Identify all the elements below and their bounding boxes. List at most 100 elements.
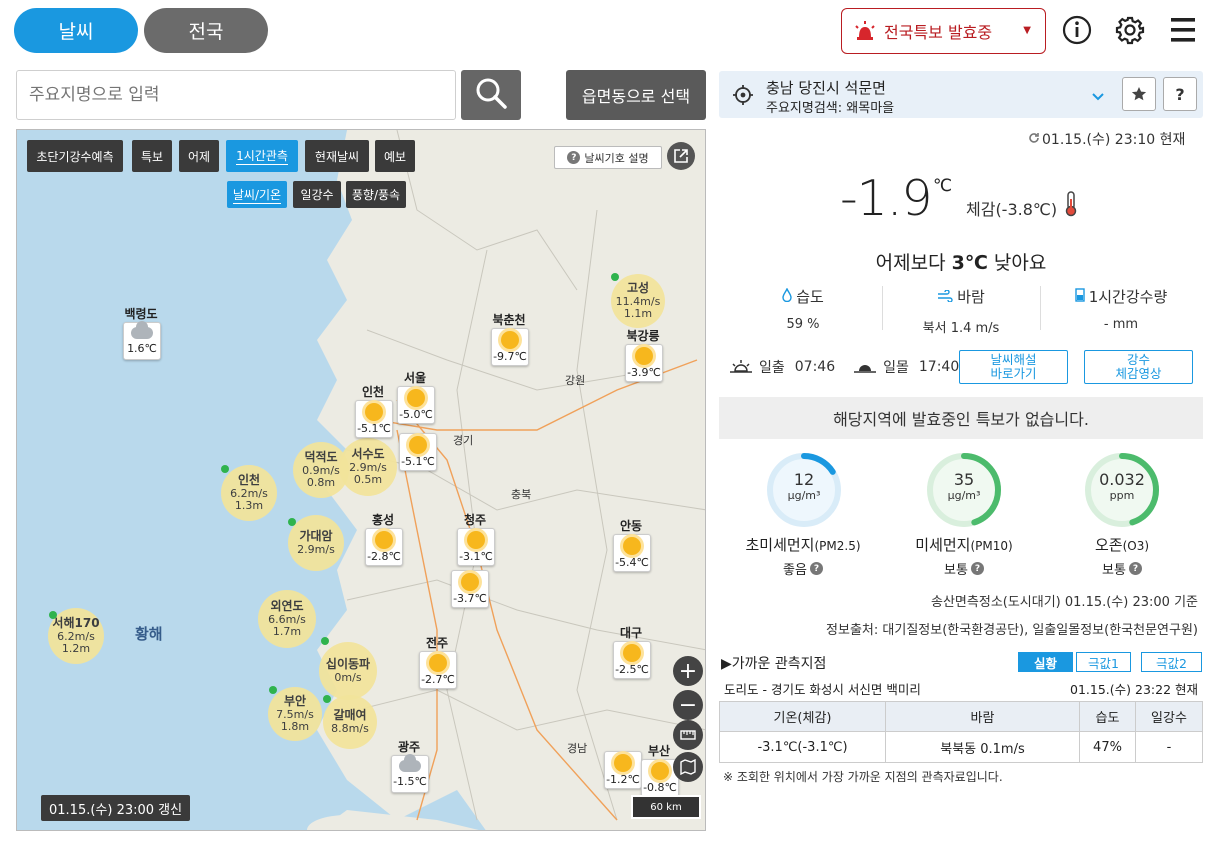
marine-buoy-bubble[interactable]: 인천 6.2m/s 1.3m bbox=[221, 465, 277, 521]
gauge-name: 오존 bbox=[1094, 536, 1123, 554]
region-label: 충북 bbox=[511, 488, 532, 501]
wind-label: 바람 bbox=[957, 288, 985, 306]
sun-cloud-icon bbox=[365, 403, 383, 421]
gauge-value: 35 bbox=[953, 470, 975, 489]
tab-yesterday[interactable]: 어제 bbox=[179, 140, 219, 172]
siren-icon bbox=[854, 21, 876, 41]
question-icon[interactable]: ? bbox=[970, 562, 984, 575]
sun-times: 일출 07:46 일몰 17:40 bbox=[729, 350, 959, 383]
gauge-name: 초미세먼지 bbox=[745, 536, 815, 554]
marine-buoy-bubble[interactable]: 갈매여 8.8m/s bbox=[323, 695, 377, 749]
weather-station[interactable]: 북강릉 -3.9℃ bbox=[625, 327, 663, 382]
sun-icon bbox=[429, 654, 447, 672]
tab-nowcast[interactable]: 초단기강수예측 bbox=[27, 140, 123, 172]
tab-extreme-1[interactable]: 극값1 bbox=[1076, 652, 1131, 672]
tab-live[interactable]: 실황 bbox=[1018, 652, 1073, 672]
alert-status-banner: 해당지역에 발효중인 특보가 없습니다. bbox=[719, 397, 1203, 439]
weather-commentary-button[interactable]: 날씨해설 바로가기 bbox=[959, 350, 1068, 384]
table-header: 바람 bbox=[885, 701, 1080, 732]
weather-station[interactable]: 전주 -2.7℃ bbox=[419, 634, 457, 689]
search-button[interactable] bbox=[461, 70, 521, 120]
tab-weather[interactable]: 날씨 bbox=[14, 8, 138, 53]
search-input[interactable] bbox=[16, 70, 456, 120]
bubble-speed: 0.9m/s bbox=[302, 463, 340, 477]
weather-station[interactable]: 인천 -5.1℃ bbox=[355, 383, 393, 438]
search-icon bbox=[474, 76, 508, 114]
question-icon[interactable]: ? bbox=[1128, 562, 1142, 575]
tab-extreme-2[interactable]: 극값2 bbox=[1141, 652, 1202, 672]
location-selector[interactable]: 충남 당진시 석문면 주요지명검색: 왜목마을 ? bbox=[719, 71, 1203, 118]
nationwide-alert-dropdown[interactable]: 전국특보 발효중 ▼ bbox=[841, 8, 1046, 54]
tab-special-report[interactable]: 특보 bbox=[132, 140, 172, 172]
info-icon[interactable] bbox=[1061, 14, 1093, 46]
gauge-name-small: (O3) bbox=[1122, 539, 1150, 553]
marine-buoy-bubble[interactable]: 십이동파 0m/s bbox=[319, 642, 377, 700]
legend-label: 날씨기호 설명 bbox=[584, 151, 649, 165]
weather-station[interactable]: 대구 -2.5℃ bbox=[613, 624, 651, 679]
bubble-speed: 0m/s bbox=[334, 670, 362, 684]
weather-station[interactable]: 부산 -0.8℃ bbox=[641, 742, 679, 797]
gauge-unit: ppm bbox=[1109, 489, 1135, 502]
marine-buoy-bubble[interactable]: 가대암 2.9m/s bbox=[288, 515, 344, 571]
weather-map[interactable]: 초단기강수예측 특보 어제 1시간관측 현재날씨 예보 날씨/기온 일강수 풍향… bbox=[16, 129, 706, 831]
station-temp: -2.7℃ bbox=[421, 673, 455, 686]
bubble-name: 갈매여 bbox=[333, 708, 367, 723]
tab-hourly-obs[interactable]: 1시간관측 bbox=[226, 140, 298, 172]
station-name: 대구 bbox=[619, 626, 643, 640]
table-header-row: 기온(체감) 바람 습도 일강수 bbox=[719, 701, 1203, 732]
tab-forecast[interactable]: 예보 bbox=[375, 140, 415, 172]
wind-icon bbox=[937, 288, 953, 306]
select-by-dong-button[interactable]: 읍면동으로 선택 bbox=[566, 70, 706, 120]
marine-buoy-bubble[interactable]: 고성 11.4m/s 1.1m bbox=[611, 274, 665, 328]
bubble-name: 외연도 bbox=[270, 599, 304, 614]
question-icon[interactable]: ? bbox=[809, 562, 823, 575]
pm10-level: 보통? bbox=[884, 559, 1044, 578]
marine-buoy-bubble[interactable]: 부안 7.5m/s 1.8m bbox=[268, 687, 322, 741]
zoom-in-button[interactable]: + bbox=[673, 656, 703, 686]
map-layer-icon[interactable] bbox=[673, 752, 703, 782]
bubble-speed: 6.2m/s bbox=[230, 486, 268, 500]
table-header: 습도 bbox=[1079, 701, 1136, 732]
tab-nation[interactable]: 전국 bbox=[144, 8, 268, 53]
bubble-wave: 0.5m bbox=[353, 472, 383, 486]
zoom-out-button[interactable]: − bbox=[673, 690, 703, 720]
refresh-icon[interactable] bbox=[1028, 132, 1040, 148]
subtab-wind[interactable]: 풍향/풍속 bbox=[346, 181, 406, 208]
marine-buoy-bubble[interactable]: 서수도 2.9m/s 0.5m bbox=[339, 438, 397, 496]
marine-buoy-bubble[interactable]: 외연도 6.6m/s 1.7m bbox=[258, 590, 316, 648]
help-button[interactable]: ? bbox=[1163, 77, 1197, 111]
weather-symbol-legend-button[interactable]: ? 날씨기호 설명 bbox=[554, 146, 662, 169]
location-target-icon[interactable] bbox=[733, 85, 753, 109]
weather-station[interactable]: 대전 -3.7℃ bbox=[451, 553, 489, 608]
weather-station[interactable]: 북춘천 -9.7℃ bbox=[491, 311, 529, 366]
app-root: 날씨 전국 전국특보 발효중 ▼ 읍면동으로 선택 bbox=[0, 0, 1209, 845]
external-link-icon[interactable] bbox=[667, 142, 695, 170]
weather-station[interactable]: 광주 -1.5℃ bbox=[391, 738, 429, 793]
sunset-label: 일몰 bbox=[883, 359, 909, 376]
caret-down-icon: ▼ bbox=[1023, 25, 1031, 36]
subtab-weather-temp[interactable]: 날씨/기온 bbox=[227, 181, 287, 208]
weather-station[interactable]: 홍성 -2.8℃ bbox=[365, 511, 403, 566]
weather-station[interactable]: 백령도 1.6℃ bbox=[123, 305, 161, 360]
star-icon[interactable] bbox=[1122, 77, 1156, 111]
ruler-icon[interactable] bbox=[673, 720, 703, 750]
region-label: 강원 bbox=[565, 374, 586, 387]
station-temp: 1.6℃ bbox=[127, 342, 157, 355]
subtab-daily-rain[interactable]: 일강수 bbox=[293, 181, 341, 208]
sun-icon bbox=[623, 537, 641, 555]
gear-icon[interactable] bbox=[1114, 14, 1146, 46]
rain-feel-video-button[interactable]: 강수 체감영상 bbox=[1084, 350, 1193, 384]
thermometer-icon bbox=[1062, 191, 1080, 221]
station-card: -3.7℃ bbox=[451, 570, 489, 608]
tab-current-weather[interactable]: 현재날씨 bbox=[305, 140, 369, 172]
sunrise-icon bbox=[729, 359, 753, 375]
hamburger-menu-icon[interactable] bbox=[1167, 14, 1199, 46]
weather-station[interactable]: 수원 -5.1℃ bbox=[399, 416, 437, 471]
bubble-wave: 1.8m bbox=[280, 719, 310, 733]
station-name: 서울 bbox=[403, 371, 427, 385]
buoy-marker bbox=[321, 637, 329, 645]
chevron-down-icon[interactable] bbox=[1091, 87, 1105, 106]
sunset-icon bbox=[853, 359, 877, 375]
rain-gauge-icon bbox=[1075, 287, 1085, 306]
weather-station[interactable]: 안동 -5.4℃ bbox=[613, 517, 651, 572]
